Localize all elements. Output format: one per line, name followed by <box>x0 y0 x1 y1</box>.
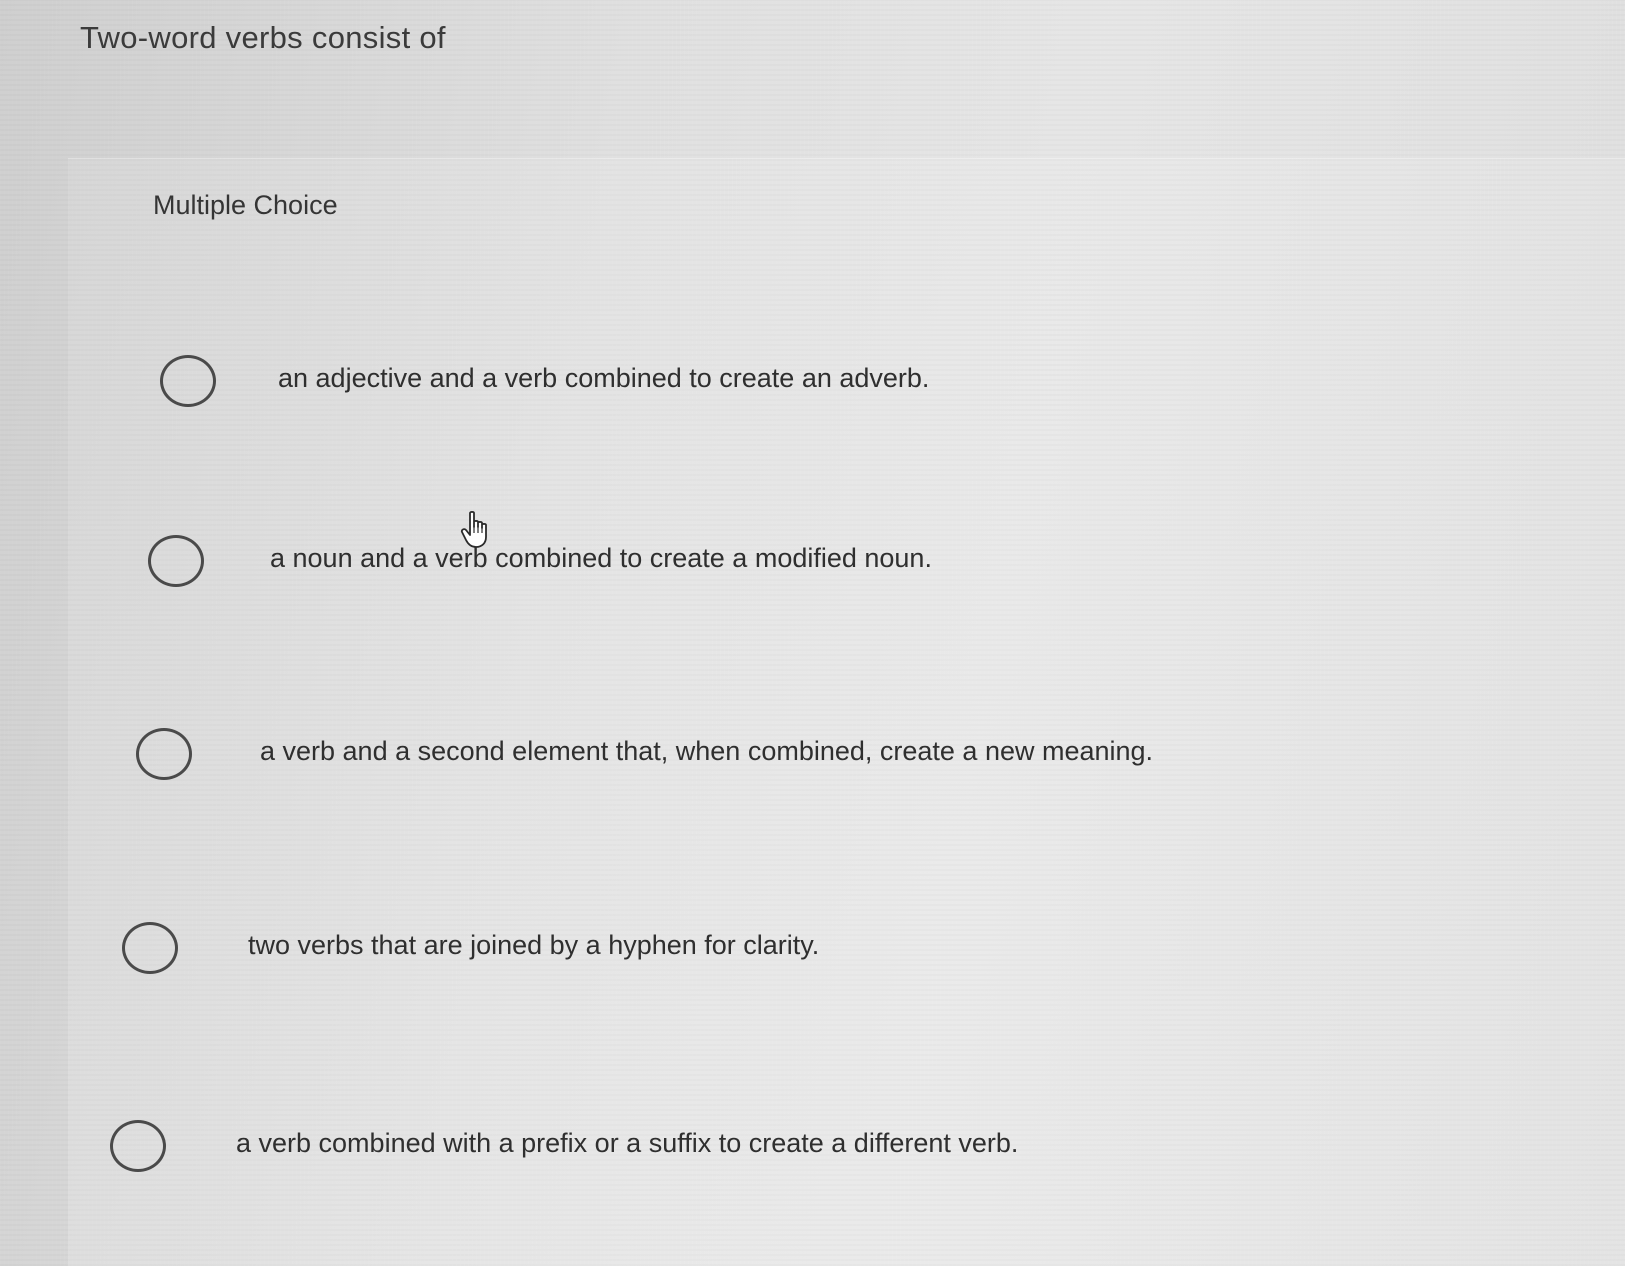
answer-option-3[interactable]: a verb and a second element that, when c… <box>136 728 1246 798</box>
option-label: a noun and a verb combined to create a m… <box>270 543 932 573</box>
answer-option-4[interactable]: two verbs that are joined by a hyphen fo… <box>122 922 902 992</box>
option-label: a verb combined with a prefix or a suffi… <box>236 1128 1019 1158</box>
question-header: Two-word verbs consist of <box>0 0 1625 160</box>
radio-button-icon[interactable] <box>110 1120 166 1172</box>
answer-panel <box>68 158 1625 1266</box>
option-label: two verbs that are joined by a hyphen fo… <box>248 930 820 960</box>
answer-option-5[interactable]: a verb combined with a prefix or a suffi… <box>110 1120 1120 1190</box>
radio-button-icon[interactable] <box>148 535 204 587</box>
option-label: an adjective and a verb combined to crea… <box>278 363 930 393</box>
answer-option-1[interactable]: an adjective and a verb combined to crea… <box>160 355 980 425</box>
option-label: a verb and a second element that, when c… <box>260 736 1154 766</box>
radio-button-icon[interactable] <box>122 922 178 974</box>
radio-button-icon[interactable] <box>136 728 192 780</box>
hand-pointer-icon <box>460 510 487 548</box>
radio-button-icon[interactable] <box>160 355 216 407</box>
question-type-label: Multiple Choice <box>153 190 338 220</box>
answer-option-2[interactable]: a noun and a verb combined to create a m… <box>148 535 998 605</box>
question-text: Two-word verbs consist of <box>80 20 446 55</box>
